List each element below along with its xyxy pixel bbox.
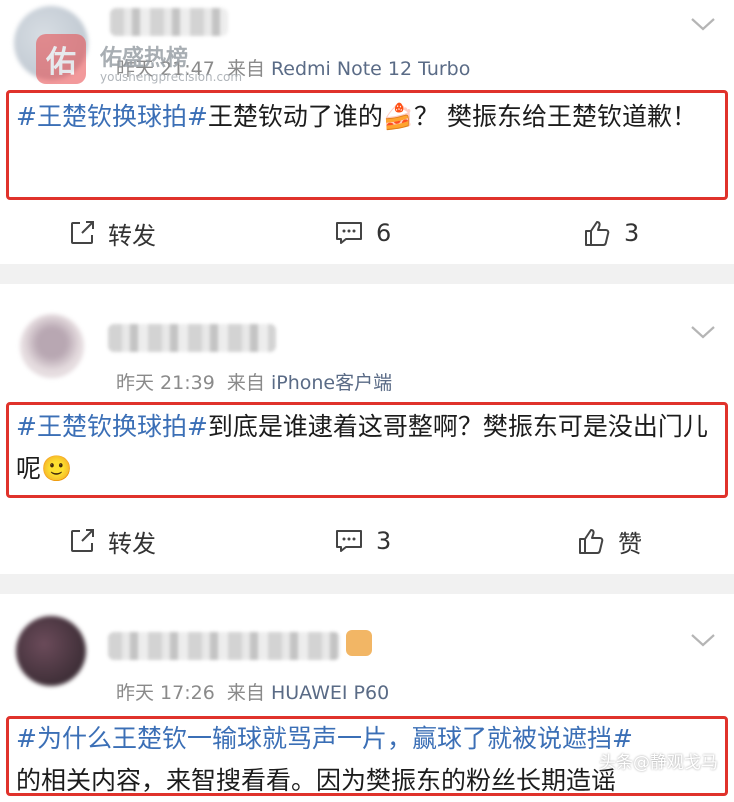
corner-watermark: 头条@静观戈马	[599, 753, 718, 773]
comment-icon	[336, 222, 362, 244]
repost-label: 转发	[108, 221, 156, 250]
comment-button[interactable]: 3	[334, 516, 391, 566]
username[interactable]	[108, 632, 340, 660]
repost-button[interactable]: 转发	[68, 516, 156, 566]
topic-tag[interactable]: #王楚钦换球拍#	[16, 412, 208, 441]
like-button[interactable]: 3	[582, 208, 639, 258]
post-time: 昨天 17:26	[116, 682, 215, 704]
share-icon	[71, 529, 94, 552]
chevron-down-icon[interactable]	[689, 14, 717, 34]
username[interactable]	[108, 324, 276, 352]
avatar[interactable]	[16, 616, 86, 686]
comment-count: 3	[376, 527, 392, 555]
username[interactable]	[110, 8, 228, 36]
thumbs-up-icon	[579, 529, 604, 554]
post-divider	[0, 264, 734, 284]
repost-label: 转发	[108, 529, 156, 558]
post-body: #王楚钦换球拍#到底是谁逮着这哥整啊？樊振东可是没出门儿呢🙂	[16, 406, 716, 490]
watermark-logo: 佑	[36, 34, 86, 84]
repost-button[interactable]: 转发	[68, 208, 156, 258]
post-meta: 昨天 17:26 来自 HUAWEI P60	[116, 678, 389, 705]
post-card: 昨天 21:39 来自 iPhone客户端 #王楚钦换球拍#到底是谁逮着这哥整啊…	[0, 284, 734, 574]
avatar[interactable]	[20, 314, 84, 378]
like-count: 3	[624, 219, 640, 247]
action-bar: 转发 6 3	[0, 208, 734, 258]
post-body: #王楚钦换球拍#王楚钦动了谁的🍰？ 樊振东给王楚钦道歉！	[16, 96, 716, 138]
post-source[interactable]: Redmi Note 12 Turbo	[271, 58, 470, 80]
chevron-down-icon[interactable]	[689, 630, 717, 650]
post-meta: 昨天 21:39 来自 iPhone客户端	[116, 368, 392, 395]
post-text: 王楚钦动了谁的🍰？ 樊振东给王楚钦道歉！	[207, 102, 697, 131]
chevron-down-icon[interactable]	[689, 322, 717, 342]
source-prefix: 来自	[226, 682, 265, 704]
comment-icon	[336, 530, 362, 552]
action-bar: 转发 3 赞	[0, 516, 734, 566]
watermark-url: youshengprecision.com	[100, 70, 243, 84]
comment-count: 6	[376, 219, 392, 247]
post-text: 的相关内容，来智搜看看。因为樊振东的粉丝长期造谣	[16, 766, 617, 795]
post-divider	[0, 574, 734, 594]
like-label: 赞	[618, 529, 642, 558]
comment-button[interactable]: 6	[334, 208, 391, 258]
share-icon	[71, 221, 94, 244]
post-time: 昨天 21:39	[116, 372, 215, 394]
post-source[interactable]: HUAWEI P60	[271, 682, 389, 704]
post-source[interactable]: iPhone客户端	[271, 372, 392, 394]
watermark-title: 佑盛热榜	[100, 46, 189, 71]
like-button[interactable]: 赞	[576, 516, 642, 566]
topic-tag[interactable]: #王楚钦换球拍#	[16, 102, 208, 131]
fire-badge-icon	[346, 630, 372, 656]
topic-tag[interactable]: #为什么王楚钦一输球就骂声一片，赢球了就被说遮挡#	[16, 724, 633, 753]
source-prefix: 来自	[226, 372, 265, 394]
thumbs-up-icon	[585, 221, 610, 246]
